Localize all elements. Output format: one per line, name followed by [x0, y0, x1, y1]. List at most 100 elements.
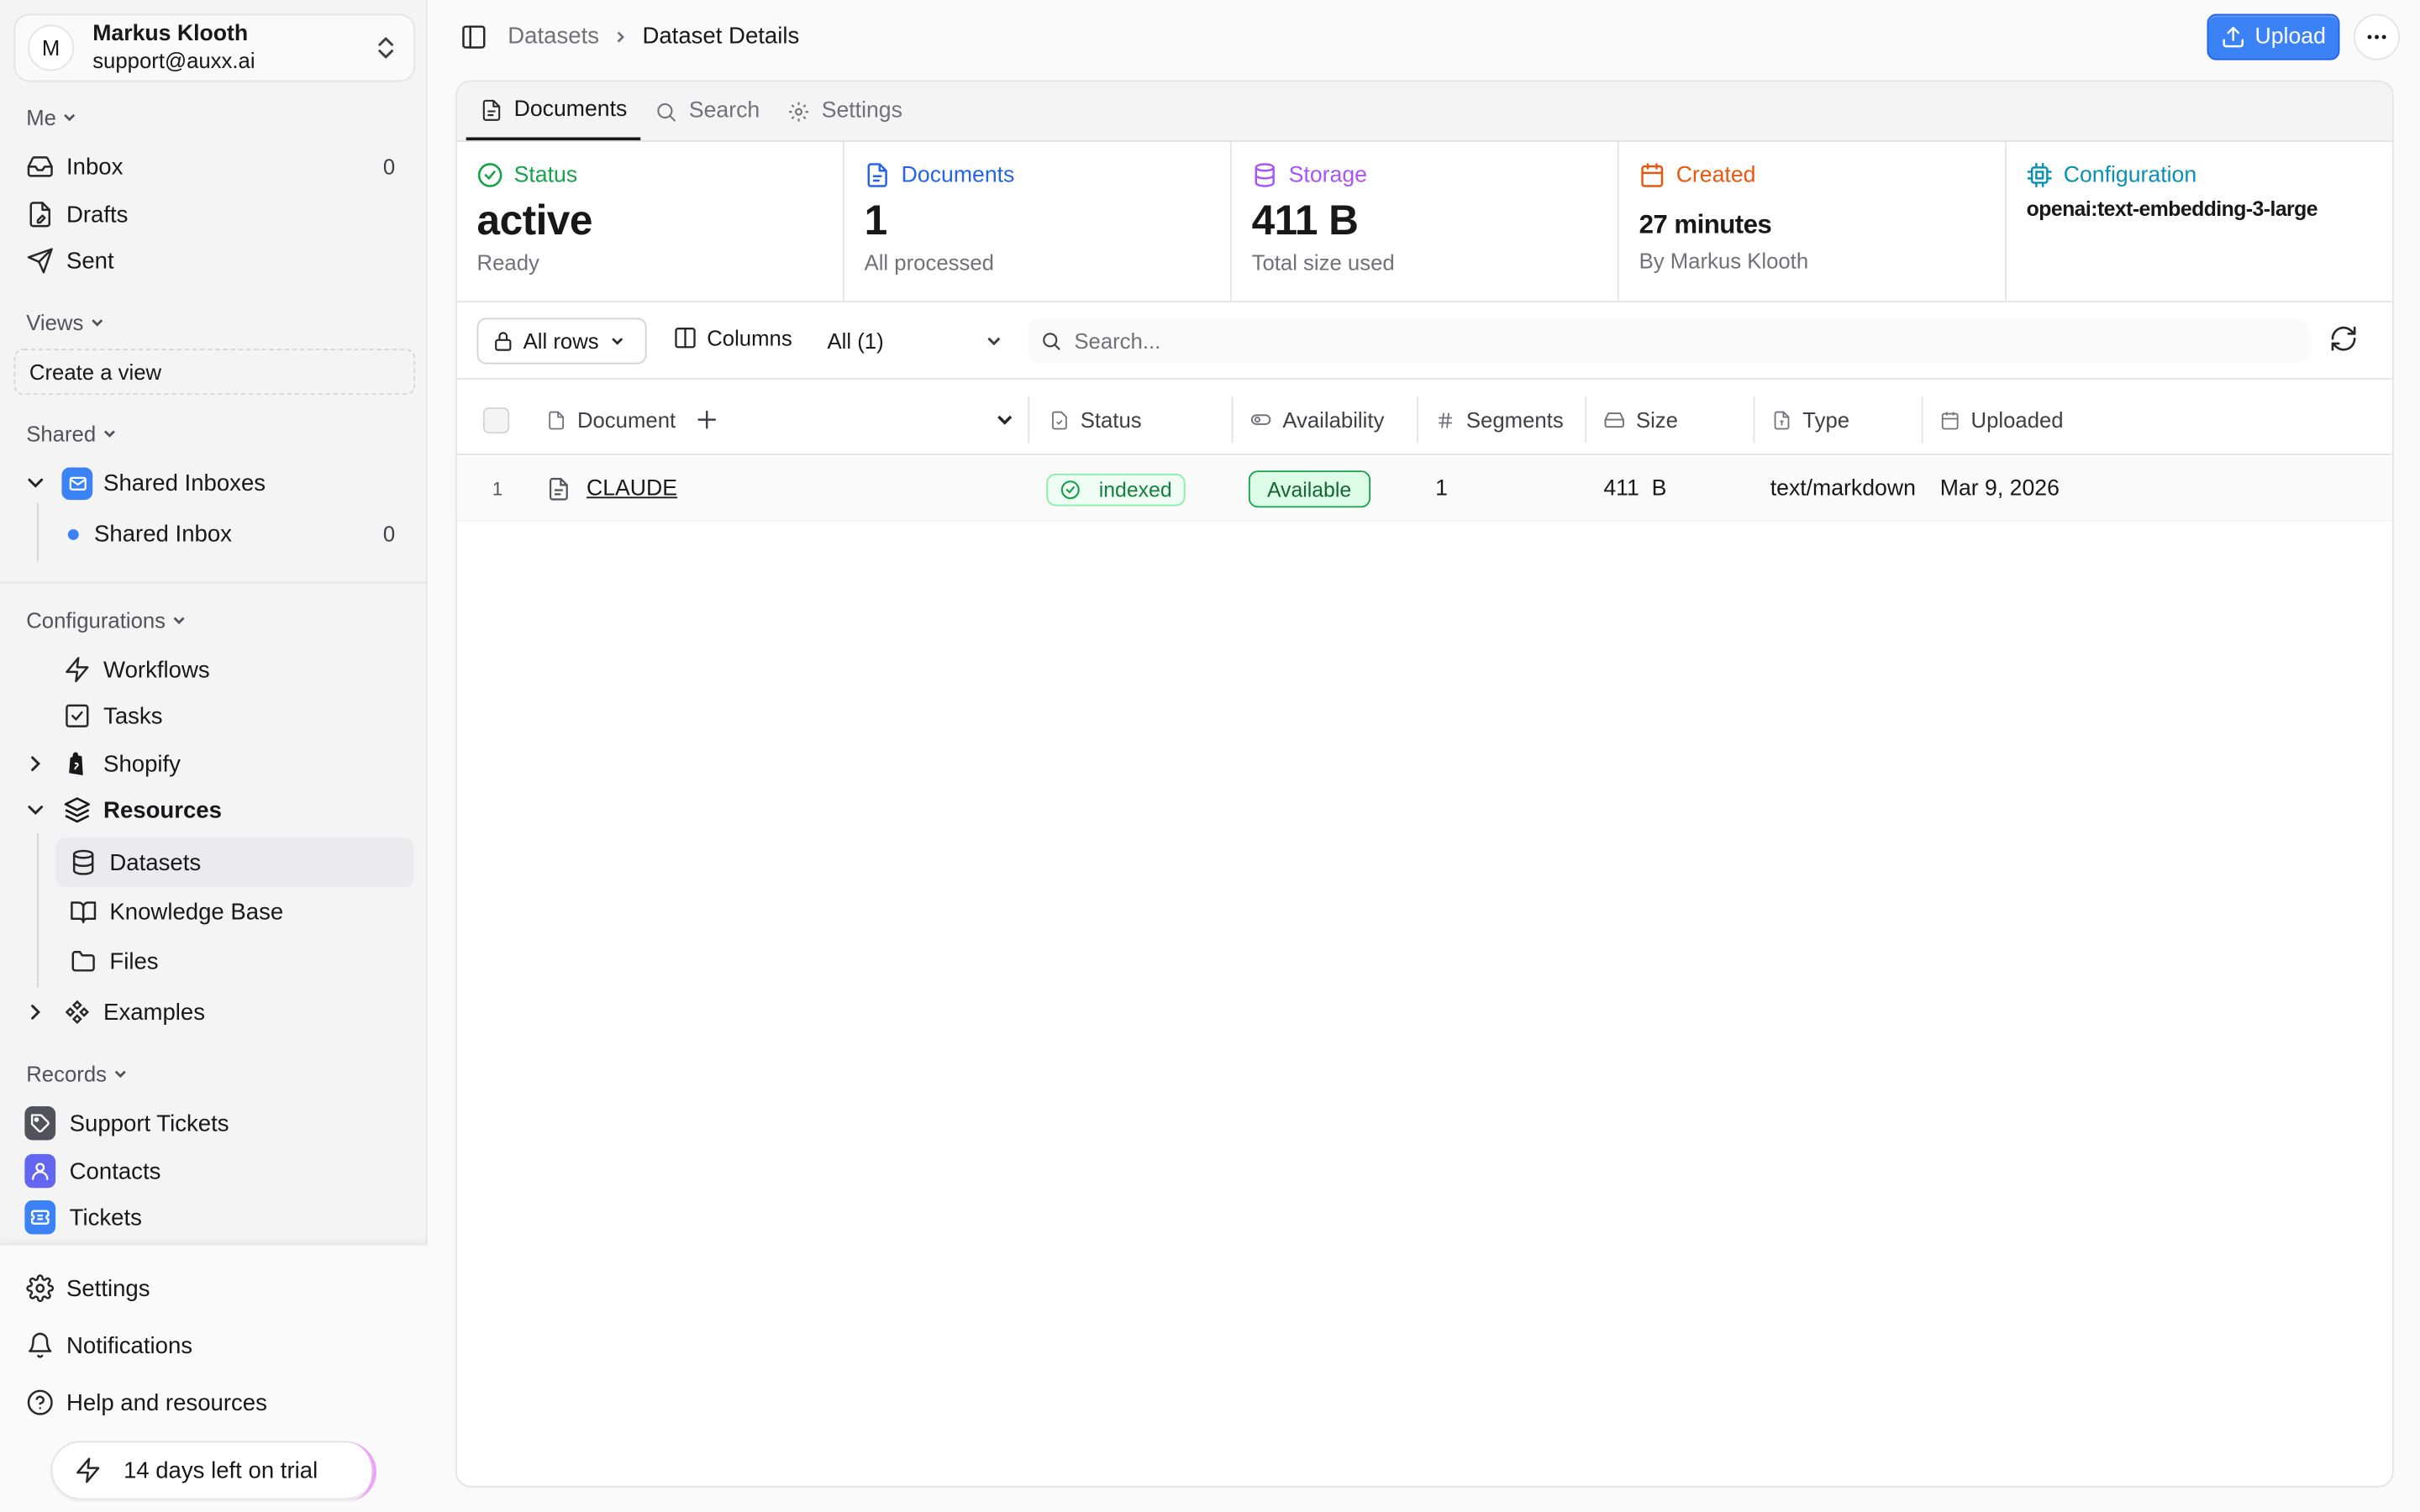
sidebar-item-label: Tasks	[103, 702, 163, 729]
chevron-down-icon[interactable]	[992, 407, 1017, 432]
more-options-button[interactable]	[2354, 13, 2401, 60]
sidebar-item-examples[interactable]: Examples	[24, 990, 401, 1033]
select-all-checkbox[interactable]	[482, 407, 510, 434]
sidebar-item-label: Files	[109, 948, 159, 974]
section-views[interactable]: Views	[26, 310, 107, 335]
status-badge-label: indexed	[1098, 477, 1172, 501]
sidebar-item-label: Settings	[66, 1275, 150, 1302]
tab-search[interactable]: Search	[641, 81, 774, 140]
chevron-right-icon[interactable]	[24, 753, 46, 774]
sidebar-item-notifications[interactable]: Notifications	[24, 1324, 402, 1367]
section-records-label: Records	[26, 1061, 107, 1087]
sidebar-item-help[interactable]: Help and resources	[24, 1381, 402, 1424]
chevron-down-icon	[987, 337, 1001, 346]
create-view-button[interactable]: Create a view	[13, 349, 416, 396]
file-status-icon	[1052, 410, 1067, 429]
tab-documents[interactable]: Documents	[466, 81, 641, 141]
toggle-icon	[1250, 414, 1271, 425]
column-type[interactable]: Type	[1753, 384, 1849, 454]
section-shared[interactable]: Shared	[26, 421, 118, 446]
stat-configuration-label: Configuration	[2063, 162, 2197, 188]
stat-status-label: Status	[513, 162, 578, 188]
column-size[interactable]: Size	[1585, 384, 1678, 454]
status-dot	[67, 528, 79, 539]
stat-storage-value: 411 B	[1251, 197, 1359, 244]
avatar: M	[28, 24, 75, 71]
status-badge: indexed	[1046, 472, 1186, 506]
lightning-icon	[61, 654, 92, 685]
tab-documents-label: Documents	[513, 97, 628, 123]
sidebar-item-settings[interactable]: Settings	[24, 1267, 402, 1310]
sidebar: M Markus Klooth support@auxx.ai Me Inbox…	[0, 0, 428, 1512]
columns-label: Columns	[707, 325, 792, 350]
all-rows-dropdown[interactable]: All rows	[476, 318, 647, 365]
plus-icon[interactable]	[692, 406, 720, 433]
file-text-icon	[549, 477, 568, 501]
column-availability[interactable]: Availability	[1231, 384, 1384, 454]
sidebar-item-tickets[interactable]: Tickets	[24, 1195, 401, 1238]
column-document[interactable]: Document	[546, 384, 720, 454]
sidebar-item-inbox[interactable]: Inbox 0	[24, 145, 401, 188]
tab-settings-label: Settings	[821, 98, 902, 123]
row-filter-select[interactable]: All (1)	[827, 318, 1004, 364]
trial-button[interactable]: 14 days left on trial	[50, 1441, 377, 1502]
tag-icon	[24, 1105, 56, 1141]
sidebar-item-tasks[interactable]: Tasks	[61, 695, 401, 738]
sidebar-item-contacts[interactable]: Contacts	[24, 1149, 401, 1192]
sidebar-item-drafts[interactable]: Drafts	[24, 193, 401, 236]
check-circle-icon	[1060, 480, 1080, 499]
tab-search-label: Search	[688, 98, 760, 123]
section-views-label: Views	[26, 310, 84, 335]
columns-icon	[675, 328, 696, 349]
stat-configuration-value: openai:text-embedding-3-large	[2026, 197, 2318, 221]
search-placeholder: Search...	[1074, 328, 1161, 354]
sidebar-item-support-tickets[interactable]: Support Tickets	[24, 1101, 401, 1144]
section-records[interactable]: Records	[26, 1062, 129, 1086]
section-configurations[interactable]: Configurations	[26, 608, 188, 633]
sidebar-item-knowledge-base[interactable]: Knowledge Base	[68, 890, 402, 933]
sidebar-item-resources[interactable]: Resources	[24, 789, 401, 832]
upload-button[interactable]: Upload	[2207, 13, 2340, 60]
sidebar-item-shared-inbox[interactable]: Shared Inbox 0	[67, 512, 402, 555]
stat-created: Created 27 minutes By Markus Klooth	[1619, 141, 2007, 302]
stat-storage-sub: Total size used	[1251, 249, 1395, 275]
table-row[interactable]: 1 CLAUDE indexed Available 1 411 B text/…	[456, 456, 2392, 522]
sidebar-item-shared-inboxes[interactable]: Shared Inboxes	[24, 461, 401, 504]
account-switcher[interactable]: M Markus Klooth support@auxx.ai	[13, 13, 416, 82]
sidebar-item-shopify[interactable]: Shopify	[24, 742, 401, 785]
availability-badge: Available	[1248, 470, 1370, 508]
sidebar-item-datasets[interactable]: Datasets	[55, 837, 414, 888]
sidebar-toggle-icon[interactable]	[460, 24, 487, 51]
chevron-down-icon[interactable]	[24, 799, 46, 821]
sidebar-item-sent[interactable]: Sent	[24, 239, 401, 282]
column-segments[interactable]: Segments	[1417, 384, 1564, 454]
breadcrumb-datasets[interactable]: Datasets	[508, 24, 599, 50]
tab-settings[interactable]: Settings	[774, 81, 917, 140]
chevron-down-icon[interactable]	[24, 472, 46, 494]
column-divider	[1028, 396, 1030, 444]
stats-row: Status active Ready Documents 1 All proc…	[456, 141, 2392, 302]
column-status[interactable]: Status	[1050, 384, 1142, 454]
inbox-count: 0	[382, 154, 396, 180]
section-me[interactable]: Me	[26, 105, 79, 129]
column-segments-label: Segments	[1465, 407, 1564, 433]
sidebar-item-label: Drafts	[66, 201, 129, 228]
stat-storage: Storage 411 B Total size used	[1232, 141, 1619, 302]
columns-button[interactable]: Columns	[673, 326, 792, 350]
section-shared-label: Shared	[26, 421, 97, 446]
search-input[interactable]: Search...	[1028, 319, 2309, 363]
document-link[interactable]: CLAUDE	[587, 477, 677, 501]
sidebar-item-workflows[interactable]: Workflows	[61, 648, 401, 690]
sidebar-item-label: Support Tickets	[69, 1110, 229, 1137]
column-uploaded[interactable]: Uploaded	[1921, 384, 2064, 454]
sidebar-item-files[interactable]: Files	[68, 940, 402, 983]
book-open-icon	[68, 896, 99, 927]
check-circle-icon	[477, 163, 502, 187]
account-name: Markus Klooth	[92, 21, 249, 47]
chevron-right-icon[interactable]	[24, 1001, 46, 1023]
column-status-label: Status	[1080, 407, 1142, 433]
components-icon	[61, 997, 92, 1028]
shared-inbox-count: 0	[382, 521, 396, 547]
upload-label: Upload	[2254, 24, 2326, 50]
refresh-icon[interactable]	[2329, 324, 2359, 354]
